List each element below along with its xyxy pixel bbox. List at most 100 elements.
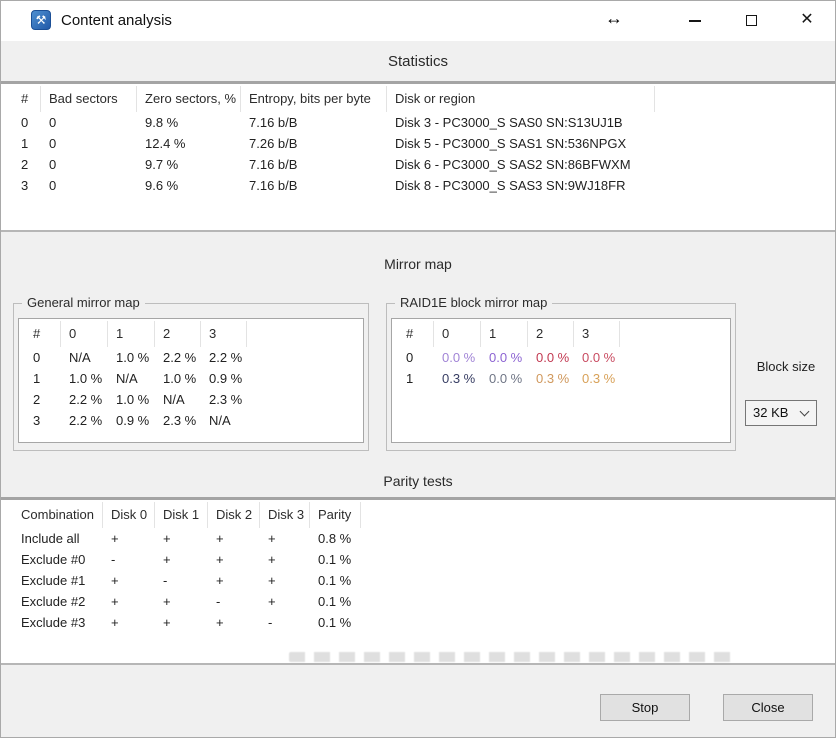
raid1e-mirror-map-table: #0123 00.0 %0.0 %0.0 %0.0 %10.3 %0.0 %0.…: [392, 319, 730, 389]
table-cell: 2: [25, 389, 61, 410]
parity-tests-panel: CombinationDisk 0Disk 1Disk 2Disk 3Parit…: [1, 500, 835, 665]
table-cell: -: [155, 570, 208, 591]
parity-tests-body: Include all++++0.8 %Exclude #0-+++0.1 %E…: [13, 528, 835, 633]
general-mirror-map-box: #0123 0N/A1.0 %2.2 %2.2 %11.0 %N/A1.0 %0…: [18, 318, 364, 443]
table-row: Exclude #0-+++0.1 %: [13, 549, 835, 570]
close-icon: ✕: [800, 11, 813, 28]
table-cell: +: [103, 591, 155, 612]
tools-icon: ⚒: [36, 13, 47, 27]
table-cell: 0.3 %: [574, 368, 620, 389]
general-mirror-map-groupbox: General mirror map #0123 0N/A1.0 %2.2 %2…: [13, 303, 369, 451]
table-cell: 7.16 b/B: [241, 112, 387, 133]
table-cell: 2.2 %: [61, 389, 108, 410]
close-button[interactable]: Close: [723, 694, 813, 721]
table-cell: 0.3 %: [528, 368, 574, 389]
parity-tests-section-header: Parity tests: [1, 453, 835, 497]
table-row: 11.0 %N/A1.0 %0.9 %: [25, 368, 363, 389]
table-row: Include all++++0.8 %: [13, 528, 835, 549]
table-cell: +: [260, 570, 310, 591]
table-cell: 2.3 %: [155, 410, 201, 431]
table-cell: 0.1 %: [310, 591, 361, 612]
table-cell: Disk 5 - PC3000_S SAS1 SN:536NPGX: [387, 133, 655, 154]
column-header: Disk or region: [387, 86, 655, 112]
table-cell: 0.3 %: [434, 368, 481, 389]
table-cell: +: [208, 612, 260, 633]
statistics-table-header: #Bad sectorsZero sectors, %Entropy, bits…: [13, 86, 835, 112]
table-cell: Exclude #2: [13, 591, 103, 612]
table-row: 1012.4 %7.26 b/BDisk 5 - PC3000_S SAS1 S…: [13, 133, 835, 154]
table-cell: Disk 6 - PC3000_S SAS2 SN:86BFWXM: [387, 154, 655, 175]
column-header: #: [13, 86, 41, 112]
table-cell: Disk 3 - PC3000_S SAS0 SN:S13UJ1B: [387, 112, 655, 133]
table-cell: Exclude #1: [13, 570, 103, 591]
table-cell: 1.0 %: [155, 368, 201, 389]
table-cell: 0: [13, 112, 41, 133]
table-cell: 3: [13, 175, 41, 196]
minimize-icon: [689, 20, 701, 22]
table-row: 10.3 %0.0 %0.3 %0.3 %: [398, 368, 730, 389]
table-cell: 0.9 %: [108, 410, 155, 431]
dialog-footer: Stop Close: [1, 667, 835, 738]
raid1e-mirror-map-box: #0123 00.0 %0.0 %0.0 %0.0 %10.3 %0.0 %0.…: [391, 318, 731, 443]
close-window-button[interactable]: ✕: [788, 1, 826, 39]
table-cell: +: [103, 612, 155, 633]
table-cell: 0: [25, 347, 61, 368]
column-header: Disk 3: [260, 502, 310, 528]
app-icon: ⚒: [31, 10, 51, 30]
table-cell: +: [260, 591, 310, 612]
table-cell: 1: [13, 133, 41, 154]
column-header: 0: [434, 321, 481, 347]
column-header: 2: [528, 321, 574, 347]
column-header: #: [25, 321, 61, 347]
table-cell: +: [155, 591, 208, 612]
table-cell: +: [155, 612, 208, 633]
column-header: Combination: [13, 502, 103, 528]
table-cell: +: [103, 528, 155, 549]
column-header: [361, 502, 835, 528]
table-cell: 9.8 %: [137, 112, 241, 133]
column-header: Disk 1: [155, 502, 208, 528]
column-header: Disk 0: [103, 502, 155, 528]
column-header: [655, 86, 835, 112]
column-header: [620, 321, 730, 347]
table-cell: +: [208, 549, 260, 570]
table-cell: 0: [41, 112, 137, 133]
column-header: 3: [574, 321, 620, 347]
maximize-button[interactable]: [732, 1, 770, 39]
parity-tests-table: CombinationDisk 0Disk 1Disk 2Disk 3Parit…: [1, 500, 835, 633]
mirror-map-section-header: Mirror map: [1, 232, 835, 292]
table-cell: 2.2 %: [155, 347, 201, 368]
raid1e-mirror-map-body: 00.0 %0.0 %0.0 %0.0 %10.3 %0.0 %0.3 %0.3…: [398, 347, 730, 389]
table-cell: +: [155, 549, 208, 570]
raid1e-mirror-map-groupbox: RAID1E block mirror map #0123 00.0 %0.0 …: [386, 303, 736, 451]
column-header: Bad sectors: [41, 86, 137, 112]
table-cell: -: [260, 612, 310, 633]
table-cell: 0.8 %: [310, 528, 361, 549]
maximize-icon: [746, 15, 757, 26]
raid1e-mirror-map-header: #0123: [398, 321, 730, 347]
table-row: Exclude #2++-+0.1 %: [13, 591, 835, 612]
statistics-panel: #Bad sectorsZero sectors, %Entropy, bits…: [1, 84, 835, 232]
table-cell: 0: [41, 133, 137, 154]
raid1e-mirror-map-label: RAID1E block mirror map: [395, 295, 552, 310]
general-mirror-map-body: 0N/A1.0 %2.2 %2.2 %11.0 %N/A1.0 %0.9 %22…: [25, 347, 363, 431]
table-cell: 0.0 %: [434, 347, 481, 368]
table-row: 309.6 %7.16 b/BDisk 8 - PC3000_S SAS3 SN…: [13, 175, 835, 196]
table-row: Exclude #3+++-0.1 %: [13, 612, 835, 633]
general-mirror-map-header: #0123: [25, 321, 363, 347]
table-cell: Disk 8 - PC3000_S SAS3 SN:9WJ18FR: [387, 175, 655, 196]
table-cell: N/A: [108, 368, 155, 389]
table-cell: +: [103, 570, 155, 591]
table-row: Exclude #1+-++0.1 %: [13, 570, 835, 591]
titlebar: ⚒ Content analysis ↔ ✕: [1, 1, 835, 41]
block-size-select[interactable]: 32 KB: [745, 400, 817, 426]
general-mirror-map-label: General mirror map: [22, 295, 145, 310]
table-cell: 0: [398, 347, 434, 368]
table-cell: 1.0 %: [108, 347, 155, 368]
table-row: 009.8 %7.16 b/BDisk 3 - PC3000_S SAS0 SN…: [13, 112, 835, 133]
table-cell: 0.0 %: [528, 347, 574, 368]
table-cell: N/A: [61, 347, 108, 368]
stop-button[interactable]: Stop: [600, 694, 690, 721]
minimize-button[interactable]: [676, 1, 714, 39]
table-row: 00.0 %0.0 %0.0 %0.0 %: [398, 347, 730, 368]
